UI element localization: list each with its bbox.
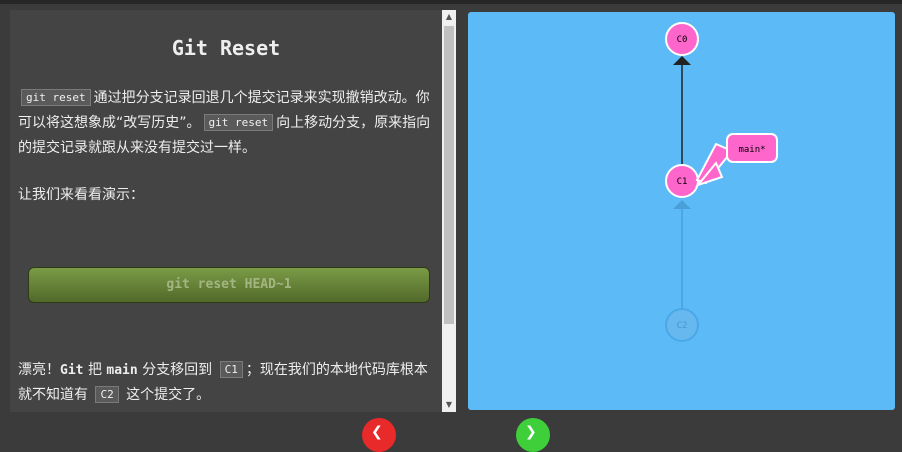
edge-arrowhead xyxy=(673,56,691,65)
branch-label-main[interactable]: main* xyxy=(695,133,778,188)
scroll-up-arrow-icon[interactable]: ▲ xyxy=(442,10,456,24)
inline-code: git reset xyxy=(203,114,274,131)
lesson-title: Git Reset xyxy=(171,36,281,60)
paragraph-text: 这个提交了。 xyxy=(126,387,211,403)
commit-node-c2[interactable]: C2 xyxy=(665,308,699,342)
paragraph-text: 把 xyxy=(87,362,102,378)
run-command-button[interactable]: git reset HEAD~1 xyxy=(28,267,430,303)
inline-code: git reset xyxy=(21,89,91,106)
chevron-left-icon: ❮ xyxy=(371,424,383,440)
paragraph-text: 分支移回到 xyxy=(142,362,213,378)
lesson-paragraph-1: git reset 通过把分支记录回退几个提交记录来实现撤销改动。你可以将这想象成… xyxy=(18,86,434,160)
next-button[interactable]: ❯ xyxy=(516,418,550,452)
lesson-panel: Git Reset git reset 通过把分支记录回退几个提交记录来实现撤销改… xyxy=(10,10,442,412)
vertical-scrollbar[interactable]: ▲ ▼ xyxy=(442,10,456,412)
git-visualization: C0 C1 C2 main* xyxy=(468,12,895,410)
top-bar xyxy=(0,0,902,4)
commit-node-c1[interactable]: C1 xyxy=(665,164,699,198)
previous-button[interactable]: ❮ xyxy=(362,418,396,452)
chevron-right-icon: ❯ xyxy=(525,424,537,440)
bold-text: main xyxy=(106,363,138,378)
bold-text: Git xyxy=(60,363,84,378)
commit-label: C0 xyxy=(677,35,688,45)
commit-label: C2 xyxy=(677,321,688,331)
lesson-paragraph-2: 让我们来看看演示： xyxy=(18,187,144,203)
inline-code: C1 xyxy=(219,361,243,378)
scroll-down-arrow-icon[interactable]: ▼ xyxy=(442,398,456,412)
edge-arrowhead-faded xyxy=(673,200,691,209)
commit-node-c0[interactable]: C0 xyxy=(665,22,699,56)
commit-graph: C0 C1 C2 main* xyxy=(665,22,778,342)
paragraph-text: 漂亮！ xyxy=(18,362,60,378)
inline-code: C2 xyxy=(95,386,119,403)
branch-name: main* xyxy=(738,145,765,155)
scroll-thumb[interactable] xyxy=(444,26,454,324)
lesson-paragraph-3: 漂亮！Git 把 main 分支移回到 C1 ；现在我们的本地代码库根本就不知道有… xyxy=(18,358,434,408)
commit-label: C1 xyxy=(677,177,688,187)
